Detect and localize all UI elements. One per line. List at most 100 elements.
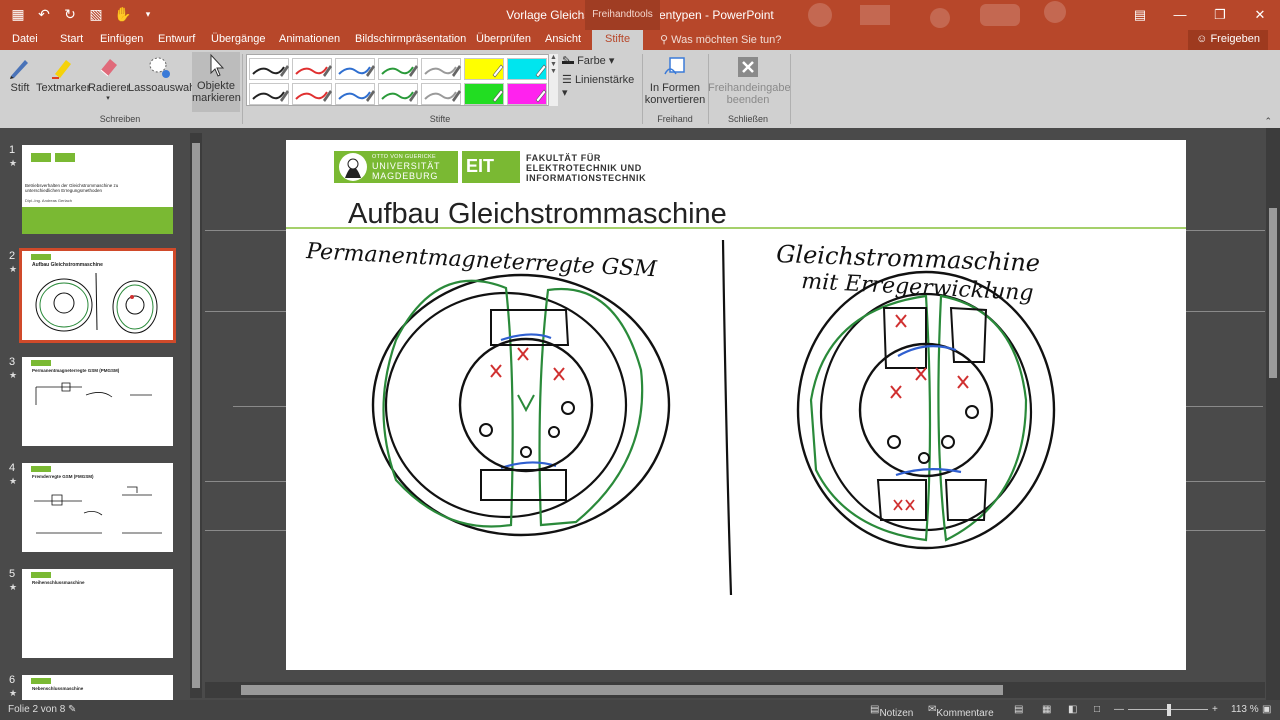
slideshow-icon[interactable]: □ (1094, 704, 1100, 715)
thumb-number: 5 (9, 568, 16, 580)
scrollbar-thumb[interactable] (241, 685, 1003, 695)
ribbon-separator (790, 54, 791, 124)
end-ink-label-1: Freihandeingabe (708, 82, 791, 94)
tab-uebergaenge[interactable]: Übergänge (211, 33, 265, 45)
pen-icon (10, 60, 28, 79)
comments-label: Kommentare (936, 708, 994, 719)
eraser-dropdown-icon[interactable]: ▾ (88, 94, 128, 102)
thumbnails-scrollbar[interactable] (190, 133, 202, 698)
tell-me-search[interactable]: ⚲ Was möchten Sie tun? (660, 33, 781, 46)
pen-swatch[interactable] (335, 58, 375, 80)
slide-thumbnail-6[interactable]: Nebenschlussmaschine (22, 675, 173, 700)
tab-ueberpruefen[interactable]: Überprüfen (476, 33, 531, 45)
pen-swatch[interactable] (249, 58, 289, 80)
thumb-number: 2 (9, 250, 16, 262)
ink-text-left: Permanentmagneterregte GSM (305, 239, 658, 282)
pen-swatch[interactable] (421, 58, 461, 80)
thumb-logo (31, 254, 51, 260)
slide-thumbnail-5[interactable]: Reihenschlussmaschine (22, 569, 173, 658)
scrollbar-thumb[interactable] (192, 143, 200, 688)
ribbon-display-icon[interactable]: ▤ (1120, 0, 1160, 30)
customize-qat-icon[interactable]: ▾ (140, 6, 156, 22)
group-label-schliessen: Schließen (727, 114, 769, 124)
lasso-select-button[interactable]: Lassoauswahl (128, 54, 198, 94)
end-ink-button[interactable]: Freihandeingabe beenden (708, 54, 791, 106)
color-dropdown[interactable]: ✎ Farbe ▾ (562, 54, 642, 67)
pen-swatch[interactable] (421, 83, 461, 105)
zoom-in-icon[interactable]: + (1212, 704, 1218, 715)
pen-swatch[interactable] (335, 83, 375, 105)
group-label-stifte: Stifte (429, 114, 451, 124)
slide-thumbnail-1[interactable]: Betriebsverhalten der Gleichstrommaschin… (22, 145, 173, 234)
collapse-ribbon-icon[interactable]: ⌃ (1264, 116, 1272, 127)
tab-datei[interactable]: Datei (12, 33, 38, 45)
tab-bildschirmpraesentation[interactable]: Bildschirmpräsentation (355, 33, 466, 45)
thumb-logo (55, 153, 75, 162)
window-controls: ▤ — ❐ ✕ (1120, 0, 1280, 30)
gallery-scroll[interactable]: ▲ ▼ ▼ (548, 54, 558, 106)
pen-swatch[interactable] (249, 83, 289, 105)
thumb-logo (31, 572, 51, 578)
spellcheck-icon[interactable]: ✎ (68, 704, 76, 715)
redo-icon[interactable]: ↻ (62, 6, 78, 22)
line-width-label: Linienstärke (574, 74, 635, 86)
slide-vertical-scrollbar[interactable] (1266, 128, 1280, 700)
share-label: Freigeben (1210, 33, 1260, 45)
zoom-slider-handle[interactable] (1167, 704, 1171, 716)
pen-swatch[interactable] (464, 83, 504, 105)
fit-slide-icon[interactable]: ▣ (1262, 704, 1271, 715)
pen-swatch[interactable] (507, 58, 547, 80)
pen-gallery (246, 54, 558, 106)
pen-swatch[interactable] (507, 83, 547, 105)
notes-label: Notizen (879, 708, 914, 719)
tab-entwurf[interactable]: Entwurf (158, 33, 195, 45)
slide-horizontal-scrollbar[interactable] (205, 682, 1265, 698)
tab-start[interactable]: Start (60, 33, 83, 45)
highlighter-icon (52, 60, 71, 79)
slide-thumbnail-4[interactable]: Fremderregte GSM (FMGSM) (22, 463, 173, 552)
zoom-out-icon[interactable]: — (1114, 704, 1124, 715)
reading-view-icon[interactable]: ◧ (1068, 704, 1077, 715)
highlighter-button[interactable]: Textmarker (36, 54, 90, 94)
thumb-drawing (35, 382, 152, 405)
comments-button[interactable]: ✉ Kommentare (928, 704, 994, 719)
pen-swatch[interactable] (292, 83, 332, 105)
group-label-freihand: Freihand (657, 114, 693, 124)
minimize-icon[interactable]: — (1160, 0, 1200, 30)
quick-access-toolbar: ▦ ↶ ↻ ▧ ✋ ▾ (10, 6, 156, 22)
close-icon[interactable]: ✕ (1240, 0, 1280, 30)
pen-swatch[interactable] (378, 58, 418, 80)
thumb-logo (31, 153, 51, 162)
save-icon[interactable]: ▦ (10, 6, 26, 22)
lasso-icon (149, 57, 170, 78)
share-button[interactable]: ☺ Freigeben (1188, 30, 1268, 50)
tab-animationen[interactable]: Animationen (279, 33, 340, 45)
slide-sorter-icon[interactable]: ▦ (1042, 704, 1051, 715)
pen-swatch[interactable] (464, 58, 504, 80)
convert-shapes-label-1: In Formen (649, 82, 701, 94)
tab-einfuegen[interactable]: Einfügen (100, 33, 143, 45)
zoom-level[interactable]: 113 % (1231, 704, 1259, 715)
line-width-dropdown[interactable]: ☰ Linienstärke ▾ (562, 73, 642, 99)
notes-button[interactable]: ▤ Notizen (870, 704, 913, 719)
eraser-button[interactable]: Radierer ▾ (88, 54, 130, 102)
present-icon[interactable]: ▧ (88, 6, 104, 22)
pen-swatch[interactable] (292, 58, 332, 80)
slide-canvas[interactable]: OTTO VON GUERICKE UNIVERSITÄT MAGDEBURG … (286, 140, 1186, 670)
tab-stifte[interactable]: Stifte (592, 30, 644, 50)
thumb-title: Permanentmagneterregte GSM (PMGSM) (32, 368, 120, 373)
maximize-icon[interactable]: ❐ (1200, 0, 1240, 30)
pen-swatch[interactable] (378, 83, 418, 105)
color-label: Farbe (577, 55, 606, 67)
slide-thumbnail-2[interactable]: Aufbau Gleichstrommaschine (19, 248, 176, 343)
slide-thumbnail-3[interactable]: Permanentmagneterregte GSM (PMGSM) (22, 357, 173, 446)
select-objects-button[interactable]: Objekte markieren (192, 52, 241, 112)
convert-to-shapes-button[interactable]: In Formen konvertieren (644, 54, 706, 106)
pen-tool-button[interactable]: Stift (6, 54, 34, 94)
touch-mode-icon[interactable]: ✋ (114, 6, 131, 22)
scrollbar-thumb[interactable] (1269, 208, 1277, 378)
tab-ansicht[interactable]: Ansicht (545, 33, 581, 45)
normal-view-icon[interactable]: ▤ (1014, 704, 1023, 715)
undo-icon[interactable]: ↶ (36, 6, 52, 22)
cursor-arrow-icon (210, 53, 225, 77)
